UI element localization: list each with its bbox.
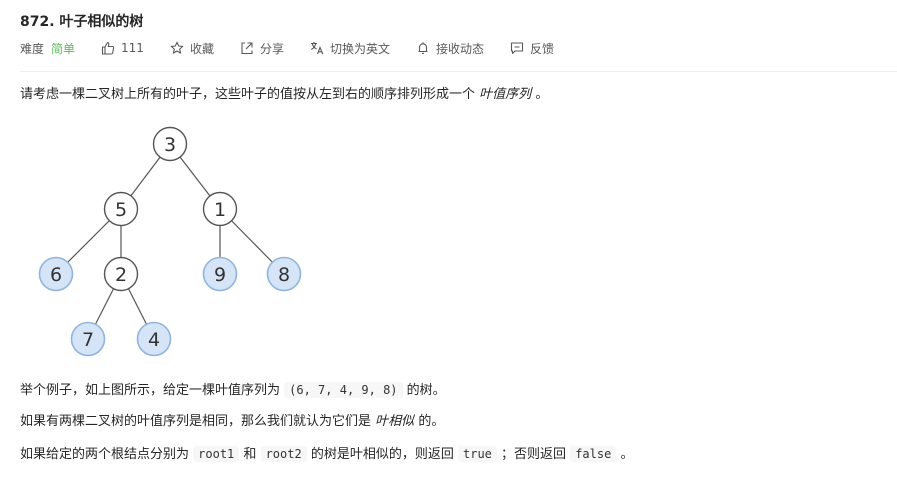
tree-leaf-7: 7 <box>70 321 106 357</box>
problem-title: 872. 叶子相似的树 <box>20 14 144 30</box>
tree-leaf-4: 4 <box>136 321 172 357</box>
bell-icon <box>416 41 430 55</box>
tree-node-label: 5 <box>115 199 127 221</box>
favorite-button[interactable]: 收藏 <box>170 40 214 57</box>
example-prefix: 举个例子，如上图所示，给定一棵叶值序列为 <box>20 383 281 398</box>
tree-node-label: 9 <box>214 264 226 286</box>
rule-text-3: 的树是叶相似的，则返回 <box>310 447 454 462</box>
feedback-label: 反馈 <box>530 41 555 56</box>
tree-edges <box>55 143 285 340</box>
rule-text-2: 和 <box>243 447 257 462</box>
feedback-icon <box>510 41 524 55</box>
similar-prefix: 如果有两棵二叉树的叶值序列是相同，那么我们就认为它们是 <box>20 414 372 429</box>
true-code: true <box>458 446 497 462</box>
tree-node-label: 3 <box>164 134 176 156</box>
switch-language-button[interactable]: 切换为英文 <box>310 40 390 57</box>
tree-node-label: 8 <box>278 264 290 286</box>
difficulty-value: 简单 <box>51 41 76 56</box>
leaf-similar-term: 叶相似 <box>375 414 415 429</box>
intro-paragraph: 请考虑一棵二叉树上所有的叶子，这些叶子的值按从左到右的顺序排列形成一个 叶值序列… <box>20 86 548 104</box>
leaf-sequence-code: (6, 7, 4, 9, 8) <box>284 382 403 398</box>
switch-language-label: 切换为英文 <box>329 41 390 56</box>
tree-node-3: 3 <box>152 126 188 162</box>
tree-node-label: 4 <box>148 329 160 351</box>
header-divider <box>20 71 897 72</box>
tree-leaf-6: 6 <box>38 256 74 292</box>
root1-code: root1 <box>193 446 240 462</box>
share-label: 分享 <box>259 41 284 56</box>
problem-meta-bar: 难度 简单 111 收藏 分享 切换为英文 接收动态 反馈 <box>20 39 580 57</box>
feedback-button[interactable]: 反馈 <box>510 40 554 57</box>
false-code: false <box>570 446 617 462</box>
thumbs-up-icon <box>101 41 115 55</box>
tree-node-label: 6 <box>50 264 62 286</box>
tree-node-2: 2 <box>103 256 139 292</box>
favorite-label: 收藏 <box>189 41 214 56</box>
translate-icon <box>310 41 324 55</box>
tree-leaf-8: 8 <box>266 256 302 292</box>
notify-label: 接收动态 <box>435 41 484 56</box>
like-button[interactable]: 111 <box>101 41 144 55</box>
intro-end: 。 <box>535 87 549 102</box>
similar-paragraph: 如果有两棵二叉树的叶值序列是相同，那么我们就认为它们是 叶相似 的。 <box>20 413 444 431</box>
intro-text: 请考虑一棵二叉树上所有的叶子，这些叶子的值按从左到右的顺序排列形成一个 <box>20 87 476 102</box>
difficulty-label: 难度 <box>20 41 45 56</box>
star-icon <box>170 41 184 55</box>
example-paragraph: 举个例子，如上图所示，给定一棵叶值序列为 (6, 7, 4, 9, 8) 的树。 <box>20 381 446 400</box>
tree-node-5: 5 <box>103 191 139 227</box>
leaf-sequence-term: 叶值序列 <box>479 87 532 102</box>
tree-node-1: 1 <box>202 191 238 227</box>
tree-node-label: 2 <box>115 264 127 286</box>
tree-node-label: 7 <box>82 329 94 351</box>
notify-button[interactable]: 接收动态 <box>416 40 484 57</box>
share-icon <box>240 41 254 55</box>
similar-suffix: 的。 <box>418 414 445 429</box>
tree-node-label: 1 <box>214 199 226 221</box>
rule-text-1: 如果给定的两个根结点分别为 <box>20 447 190 462</box>
rule-paragraph: 如果给定的两个根结点分别为 root1 和 root2 的树是叶相似的，则返回 … <box>20 445 633 464</box>
share-button[interactable]: 分享 <box>240 40 284 57</box>
binary-tree-diagram: 3 5 1 2 6 9 8 7 4 <box>38 126 302 357</box>
rule-text-4: ；否则返回 <box>501 447 567 462</box>
example-suffix: 的树。 <box>406 383 446 398</box>
tree-leaf-9: 9 <box>202 256 238 292</box>
rule-text-5: 。 <box>620 447 634 462</box>
like-count: 111 <box>121 41 144 55</box>
root2-code: root2 <box>260 446 307 462</box>
